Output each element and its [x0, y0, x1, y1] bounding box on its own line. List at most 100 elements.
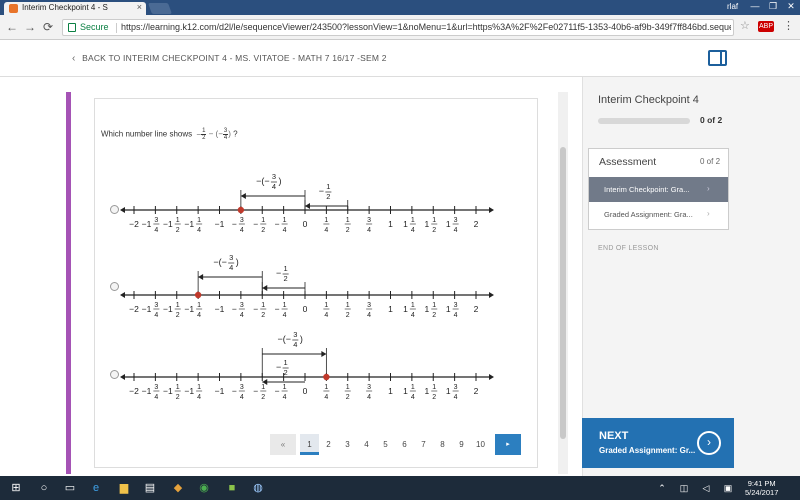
tick-label: 0	[303, 304, 308, 314]
frac-num: 1	[201, 128, 207, 135]
scrollbar-thumb[interactable]	[560, 147, 566, 439]
pagination-next-button[interactable]: ▸	[495, 434, 521, 455]
clock[interactable]: 9:41 PM 5/24/2017	[745, 479, 778, 497]
tick-label-den: 4	[411, 394, 415, 401]
tick-label-num: 1	[176, 302, 180, 309]
pagination-page-10[interactable]: 10	[471, 434, 490, 455]
arrow-neg-neg-three-quarters-label-suffix: )	[278, 176, 281, 186]
answer-radio-1[interactable]	[110, 205, 119, 214]
url-text[interactable]: https://learning.k12.com/d2l/le/sequence…	[121, 22, 731, 32]
restore-icon[interactable]: ❐	[763, 1, 783, 12]
tick-label-den: 4	[283, 394, 287, 401]
frac-den: 4	[223, 135, 228, 141]
tick-label: 2	[474, 219, 479, 229]
tick-label-den: 4	[154, 312, 158, 319]
app-icon[interactable]: ◆	[170, 480, 186, 496]
arrow-neg-one-half-arrowhead	[305, 203, 310, 209]
tick-label-den: 2	[432, 394, 436, 401]
volume-icon[interactable]: ◁	[698, 480, 714, 496]
tick-label-whole: 1	[403, 219, 408, 229]
tick-label-den: 4	[324, 227, 328, 234]
browser-menu-icon[interactable]: ⋮	[783, 19, 794, 32]
tick-label-whole: −1	[142, 386, 152, 396]
pagination-prev-button[interactable]: «	[270, 434, 296, 455]
tick-label-whole: 1	[403, 386, 408, 396]
pagination-page-8[interactable]: 8	[433, 434, 452, 455]
windows-start-icon[interactable]: ⊞	[8, 480, 24, 496]
lesson-progress-count: 0 of 2	[700, 115, 723, 125]
tick-label: 2	[474, 304, 479, 314]
file-explorer-icon[interactable]: ▆	[116, 480, 132, 496]
pagination-page-1[interactable]: 1	[300, 434, 319, 455]
browser-tab[interactable]: Interim Checkpoint 4 - S ×	[4, 2, 146, 15]
tick-label-num: 1	[261, 384, 265, 391]
arrow-neg-one-half-label-num: 1	[326, 182, 330, 191]
tick-label-num: 1	[432, 302, 436, 309]
pagination-page-4[interactable]: 4	[357, 434, 376, 455]
divider	[116, 23, 117, 33]
chrome-icon[interactable]: ◉	[196, 480, 212, 496]
arrow-neg-neg-three-quarters-label-suffix: )	[236, 257, 239, 267]
notification-icon[interactable]: ▣	[720, 480, 736, 496]
course-header: ‹ BACK TO INTERIM CHECKPOINT 4 - MS. VIT…	[0, 40, 800, 77]
tick-label-num: 3	[240, 384, 244, 391]
tick-label-num: 3	[154, 302, 158, 309]
result-dot	[323, 373, 330, 381]
tick-label-whole: −	[253, 386, 258, 396]
answer-radio-2[interactable]	[110, 282, 119, 291]
pagination-page-7[interactable]: 7	[414, 434, 433, 455]
minimize-icon[interactable]: —	[745, 1, 765, 11]
sidebar-item-graded-assignment[interactable]: Graded Assignment: Gra...	[604, 210, 693, 219]
arrow-neg-one-half-label-den: 2	[284, 274, 288, 283]
tab-title: Interim Checkpoint 4 - S	[22, 3, 108, 12]
close-window-icon[interactable]: ✕	[781, 1, 800, 12]
answer-radio-3[interactable]	[110, 370, 119, 379]
tick-label-whole: −1	[184, 219, 194, 229]
new-tab-button[interactable]	[147, 3, 173, 14]
lesson-progress-bar	[598, 118, 690, 124]
accent-bar	[66, 92, 71, 474]
pagination-page-3[interactable]: 3	[338, 434, 357, 455]
tick-label-den: 4	[454, 312, 458, 319]
pagination-page-6[interactable]: 6	[395, 434, 414, 455]
sidebar-item-label: Interim Checkpoint: Gra...	[604, 185, 690, 194]
tick-label-whole: −	[275, 219, 280, 229]
browser-toolbar: ← → ⟳ Secure https://learning.k12.com/d2…	[0, 15, 800, 40]
reload-icon[interactable]: ⟳	[40, 20, 56, 34]
tick-label-den: 2	[176, 394, 180, 401]
arrow-neg-one-half-label-den: 2	[284, 368, 288, 377]
people-icon[interactable]: ⌃	[654, 480, 670, 496]
store-icon[interactable]: ▤	[142, 480, 158, 496]
tick-label-den: 4	[454, 394, 458, 401]
tick-label: −2	[129, 386, 139, 396]
edge-browser-icon[interactable]: e	[88, 480, 104, 496]
minecraft-icon[interactable]: ■	[224, 480, 240, 496]
arrow-neg-one-half-label-prefix: −	[276, 268, 281, 278]
pagination-page-9[interactable]: 9	[452, 434, 471, 455]
tick-label-num: 1	[197, 217, 201, 224]
back-arrow-icon[interactable]: ←	[4, 20, 20, 34]
next-arrow-icon[interactable]: ›	[697, 431, 721, 455]
arrow-neg-neg-three-quarters-label-suffix: )	[300, 334, 303, 344]
bookmark-star-icon[interactable]: ☆	[740, 19, 750, 32]
tab-close-icon[interactable]: ×	[137, 2, 142, 12]
cortana-search-icon[interactable]: ○	[36, 480, 52, 496]
tick-label-whole: 1	[425, 386, 430, 396]
back-link[interactable]: ‹ BACK TO INTERIM CHECKPOINT 4 - MS. VIT…	[72, 53, 387, 64]
lesson-sidebar	[582, 77, 800, 476]
result-dot	[237, 206, 245, 214]
address-bar[interactable]: Secure https://learning.k12.com/d2l/le/s…	[62, 19, 734, 36]
assessment-title: Assessment	[599, 156, 657, 168]
k12-favicon-icon	[9, 4, 18, 13]
forward-arrow-icon[interactable]: →	[22, 20, 38, 34]
steam-icon[interactable]: ◍	[250, 480, 266, 496]
tick-label-num: 1	[432, 384, 436, 391]
tick-label-den: 4	[367, 227, 371, 234]
pagination-page-5[interactable]: 5	[376, 434, 395, 455]
arrow-neg-neg-three-quarters-label-num: 3	[293, 330, 297, 339]
task-view-icon[interactable]: ▭	[62, 480, 78, 496]
network-icon[interactable]: ◫	[676, 480, 692, 496]
pagination-page-2[interactable]: 2	[319, 434, 338, 455]
toggle-panel-icon[interactable]	[708, 50, 727, 66]
adblock-extension-icon[interactable]: ABP	[758, 21, 774, 32]
